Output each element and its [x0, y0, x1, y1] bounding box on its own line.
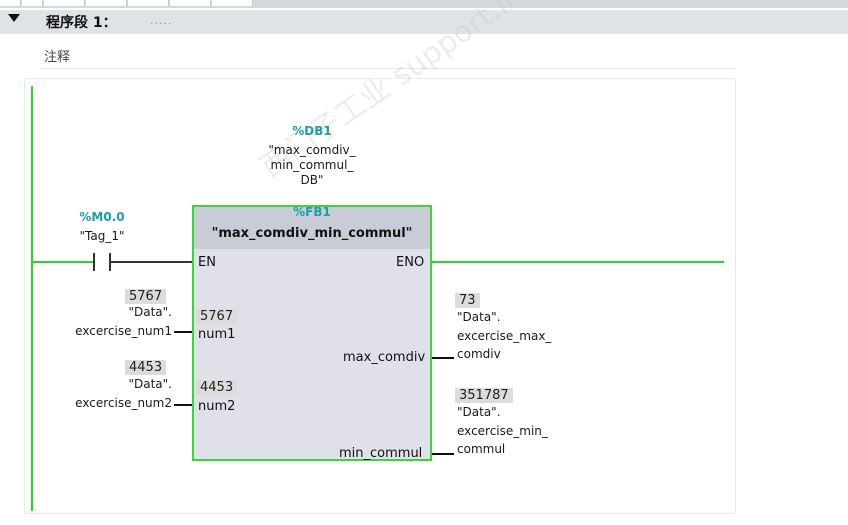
output-min-commul-wire — [432, 453, 454, 455]
output-min-commul-tag-2[interactable]: excercise_min_ — [457, 424, 548, 438]
toolbar-cell[interactable] — [22, 0, 43, 6]
network-title-field[interactable]: ..... — [150, 14, 172, 27]
input-num2-tag-2[interactable]: excercise_num2 — [40, 396, 172, 410]
instance-db-name-1[interactable]: "max_comdiv_ — [246, 143, 378, 157]
pin-en: EN — [198, 255, 216, 270]
pin-min-commul: min_commul — [339, 446, 423, 461]
toolbar-cell[interactable] — [44, 0, 85, 6]
input-num1-wire — [174, 331, 192, 333]
function-block-name[interactable]: "max_comdiv_min_commul" — [194, 226, 430, 241]
wire-eno-out — [432, 261, 724, 263]
toolbar-cell[interactable] — [170, 0, 211, 6]
output-min-commul-monitor-value: 351787 — [455, 388, 513, 403]
output-min-commul-tag-1[interactable]: "Data". — [457, 405, 501, 419]
network-title: 程序段 1： — [46, 15, 117, 31]
contact-address: %M0.0 — [79, 210, 125, 224]
pin-max-comdiv: max_comdiv — [343, 350, 426, 365]
output-max-comdiv-tag-1[interactable]: "Data". — [457, 310, 501, 324]
instance-db-name-3[interactable]: DB" — [246, 173, 378, 187]
contact-left-bar[interactable] — [93, 253, 95, 271]
pin-num2-value: 4453 — [196, 380, 238, 395]
power-rail — [31, 86, 33, 511]
input-num1-tag-1[interactable]: "Data". — [112, 305, 172, 319]
input-num2-monitor-value: 4453 — [125, 360, 167, 375]
instance-db-address: %DB1 — [292, 124, 332, 138]
wire-rail-to-contact — [33, 261, 94, 263]
output-min-commul-tag-3[interactable]: commul — [457, 442, 505, 456]
instance-db-name-2[interactable]: min_commul_ — [246, 158, 378, 172]
collapse-triangle-icon[interactable] — [8, 14, 20, 22]
pin-num1: num1 — [198, 327, 236, 342]
toolbar-cell[interactable] — [212, 0, 253, 6]
toolbar-cell[interactable] — [0, 0, 21, 6]
input-num1-monitor-value: 5767 — [125, 289, 167, 304]
output-max-comdiv-monitor-value: 73 — [455, 293, 480, 308]
toolbar-cell[interactable] — [86, 0, 127, 6]
output-max-comdiv-wire — [432, 357, 454, 359]
pin-num1-value: 5767 — [196, 309, 238, 324]
contact-tag[interactable]: "Tag_1" — [60, 229, 144, 243]
input-num2-wire — [174, 404, 192, 406]
output-max-comdiv-tag-3[interactable]: comdiv — [457, 347, 501, 361]
input-num2-tag-1[interactable]: "Data". — [112, 377, 172, 391]
toolbar-strip — [0, 0, 848, 8]
toolbar-cell[interactable] — [128, 0, 169, 6]
output-max-comdiv-tag-2[interactable]: excercise_max_ — [457, 329, 551, 343]
wire-contact-to-en — [111, 261, 192, 263]
input-num1-tag-2[interactable]: excercise_num1 — [40, 324, 172, 338]
pin-eno: ENO — [396, 255, 425, 270]
function-block-address: %FB1 — [293, 205, 331, 219]
pin-num2: num2 — [198, 399, 236, 414]
network-comment: 注释 — [44, 50, 71, 65]
